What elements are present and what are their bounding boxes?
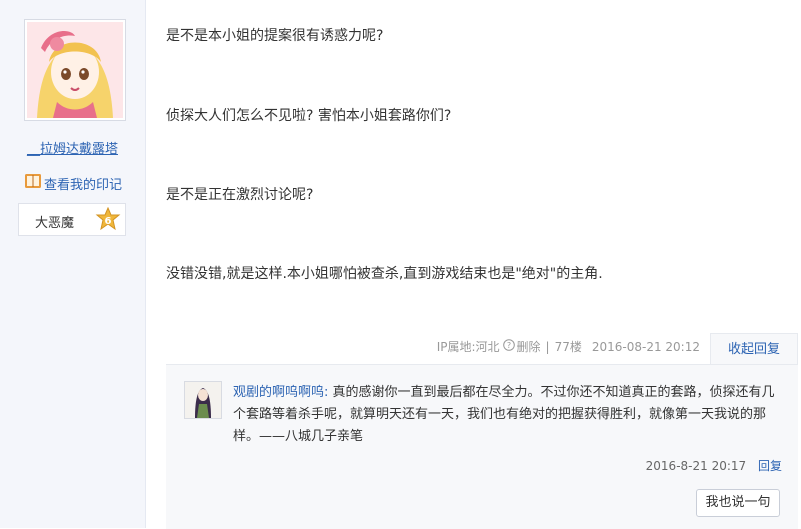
post-paragraph: 侦探大人们怎么不见啦? 害怕本小姐套路你们? [166, 108, 452, 124]
reply-link[interactable]: 回复 [758, 459, 782, 473]
book-icon [24, 172, 42, 194]
imprint-label: 查看我的印记 [44, 177, 123, 193]
view-imprint-link[interactable]: 查看我的印记 [24, 172, 122, 194]
author-sidebar: __拉姆达戴露塔 查看我的印记 大恶魔 6 [0, 0, 146, 528]
collapse-replies-button[interactable]: 收起回复 [710, 333, 798, 365]
star-badge-icon: 6 [95, 206, 121, 237]
post-timestamp: 2016-08-21 20:12 [591, 339, 700, 354]
reply-username[interactable]: 观剧的啊呜啊呜: [233, 385, 328, 400]
delete-link[interactable]: 删除 [517, 338, 541, 355]
svg-text:?: ? [506, 341, 510, 350]
post-paragraph: 是不是正在激烈讨论呢? [166, 187, 314, 203]
post-paragraph: 没错没错,就是这样.本小姐哪怕被查杀,直到游戏结束也是"绝对"的主角. [166, 266, 603, 282]
avatar-image [27, 22, 123, 118]
floor-number: 77楼 [554, 340, 582, 354]
rank-box[interactable]: 大恶魔 6 [18, 203, 126, 236]
reply-content: 观剧的啊呜啊呜: 真的感谢你一直到最后都在尽全力。不过你还不知道真正的套路，侦探… [233, 382, 781, 448]
help-circle-icon[interactable]: ? [502, 339, 515, 354]
reply-footer: 2016-8-21 20:17 回复 [646, 457, 782, 474]
post-meta: IP属地:河北 ? 删除 | 77楼 2016-08-21 20:12 [437, 338, 700, 355]
rank-name: 大恶魔 [35, 216, 75, 231]
reply-avatar[interactable] [184, 381, 222, 419]
post-paragraph: 是不是本小姐的提案很有诱惑力呢? [166, 28, 384, 44]
reply-timestamp: 2016-8-21 20:17 [645, 459, 747, 473]
add-comment-button[interactable]: 我也说一句 [696, 489, 780, 517]
ip-location: IP属地:河北 [436, 340, 500, 354]
rank-level: 6 [105, 216, 112, 227]
author-avatar[interactable] [24, 19, 126, 121]
reply-section: 观剧的啊呜啊呜: 真的感谢你一直到最后都在尽全力。不过你还不知道真正的套路，侦探… [166, 364, 798, 529]
meta-divider: | [545, 339, 550, 354]
author-username[interactable]: __拉姆达戴露塔 [0, 138, 145, 157]
